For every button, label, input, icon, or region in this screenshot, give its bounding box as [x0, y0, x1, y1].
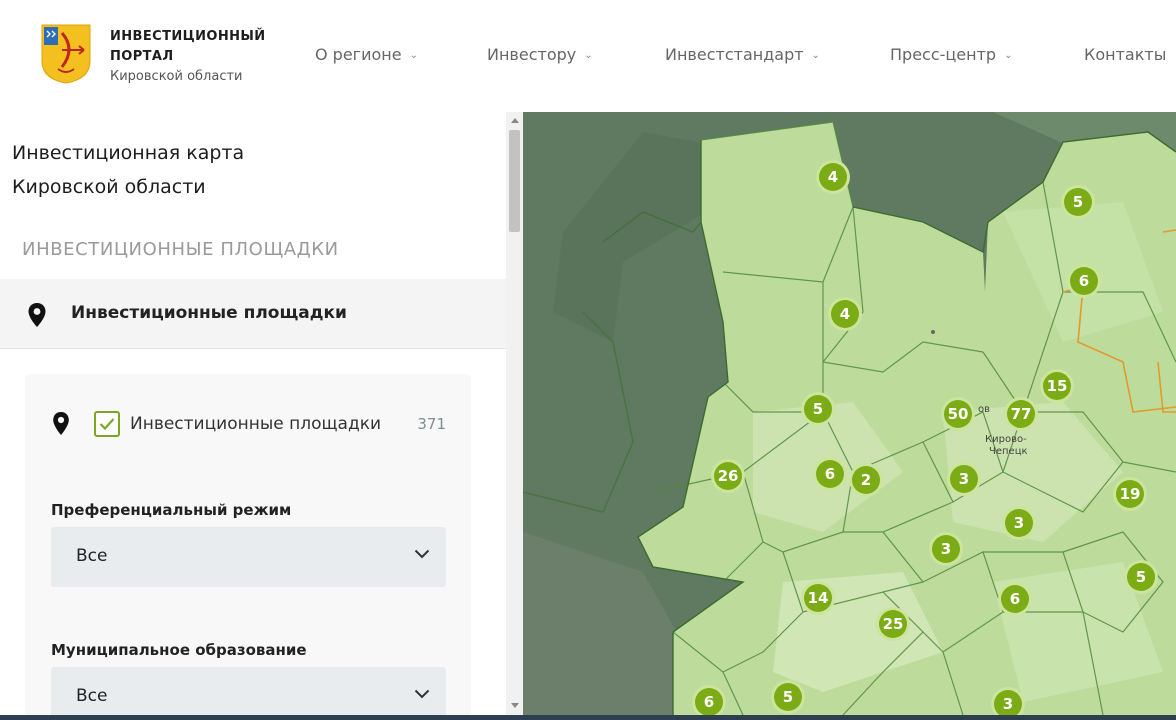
section-caption: ИНВЕСТИЦИОННЫЕ ПЛОЩАДКИ [22, 239, 339, 260]
checkmark-icon [99, 418, 115, 431]
map-cluster-marker[interactable]: 6 [692, 685, 726, 715]
map-cluster-marker[interactable]: 50 [941, 397, 975, 431]
map-cluster-marker[interactable]: 15 [1040, 369, 1074, 403]
city-label: ов [978, 404, 991, 415]
map-cluster-marker[interactable]: 6 [998, 582, 1032, 616]
preferential-regime-label: Преференциальный режим [51, 501, 292, 519]
scroll-up-arrow-icon[interactable] [511, 118, 519, 123]
map-cluster-marker[interactable]: 5 [1124, 560, 1158, 594]
map-cluster-marker[interactable]: 3 [1002, 506, 1036, 540]
map-cluster-marker[interactable]: 77 [1004, 397, 1038, 431]
city-label: Чепецк [989, 446, 1028, 457]
nav-item-investstandard[interactable]: Инвестстандарт ⌄ [665, 45, 820, 64]
filter-card: Инвестиционные площадки 371 Преференциал… [25, 374, 471, 720]
preferential-regime-select[interactable]: Все [51, 527, 446, 587]
main-nav: О регионе ⌄ Инвестору ⌄ Инвестстандарт ⌄ Пр… [0, 45, 1176, 67]
map-cluster-marker[interactable]: 19 [1113, 477, 1147, 511]
map-cluster-marker[interactable]: 25 [876, 607, 910, 641]
map-cluster-marker[interactable]: 14 [801, 581, 835, 615]
page-title-line-1: Инвестиционная карта [12, 142, 245, 164]
layer-header-investment-sites[interactable]: Инвестиционные площадки [0, 279, 506, 349]
nav-item-region[interactable]: О регионе ⌄ [315, 45, 418, 64]
investment-sites-checkbox[interactable] [94, 411, 120, 437]
chevron-down-icon: ⌄ [811, 50, 820, 61]
map-cluster-marker[interactable]: 6 [1067, 264, 1101, 298]
chevron-down-icon: ⌄ [584, 50, 593, 61]
municipality-select[interactable]: Все [51, 667, 446, 720]
map-pin-icon [53, 412, 69, 435]
investment-map[interactable]: Кирово- Чепецк ов 4 5 6 4 15 5 50 77 26 … [523, 112, 1176, 715]
page-title: Инвестиционная карта Кировской области [12, 136, 312, 204]
os-taskbar [0, 715, 1176, 720]
nav-item-label: Инвестору [487, 45, 577, 64]
municipality-label: Муниципальное образование [51, 641, 307, 659]
nav-item-investor[interactable]: Инвестору ⌄ [487, 45, 593, 64]
page-title-line-2: Кировской области [12, 176, 206, 198]
map-cluster-marker[interactable]: 6 [813, 457, 847, 491]
chevron-down-icon: ⌄ [1004, 50, 1013, 61]
brand-line-3: Кировской области [110, 69, 243, 84]
select-value: Все [76, 686, 108, 706]
map-cluster-marker[interactable]: 2 [849, 463, 883, 497]
map-cluster-marker[interactable]: 4 [816, 160, 850, 194]
map-cluster-marker[interactable]: 5 [1061, 185, 1095, 219]
map-cluster-marker[interactable]: 3 [991, 687, 1025, 715]
site-header: ИНВЕСТИЦИОННЫЙ ПОРТАЛ Кировской области … [0, 0, 1176, 112]
chevron-down-icon [414, 549, 430, 559]
map-cluster-marker[interactable]: 4 [828, 297, 862, 331]
nav-item-contacts[interactable]: Контакты [1084, 45, 1166, 64]
brand-line-1: ИНВЕСТИЦИОННЫЙ [110, 29, 266, 44]
scrollbar-thumb[interactable] [509, 130, 520, 232]
map-cluster-marker[interactable]: 3 [947, 462, 981, 496]
checkbox-label[interactable]: Инвестиционные площадки [130, 414, 381, 434]
map-pin-icon [28, 303, 46, 327]
nav-item-label: Пресс-центр [890, 45, 997, 64]
city-label: Кирово- [985, 434, 1027, 445]
sites-count: 371 [417, 415, 446, 433]
map-sidebar: Инвестиционная карта Кировской области И… [0, 112, 506, 720]
select-value: Все [76, 546, 108, 566]
sidebar-scrollbar[interactable] [506, 112, 523, 720]
map-cluster-marker[interactable]: 5 [801, 392, 835, 426]
nav-item-label: О регионе [315, 45, 402, 64]
map-cluster-marker[interactable]: 5 [771, 680, 805, 714]
chevron-down-icon: ⌄ [409, 50, 418, 61]
nav-item-label: Контакты [1084, 45, 1167, 64]
nav-item-label: Инвестстандарт [665, 45, 804, 64]
map-cluster-marker[interactable]: 3 [929, 532, 963, 566]
layer-header-label: Инвестиционные площадки [71, 303, 347, 323]
scroll-down-arrow-icon[interactable] [511, 703, 519, 708]
map-cluster-marker[interactable]: 26 [711, 459, 745, 493]
chevron-down-icon [414, 689, 430, 699]
nav-item-press-center[interactable]: Пресс-центр ⌄ [890, 45, 1012, 64]
